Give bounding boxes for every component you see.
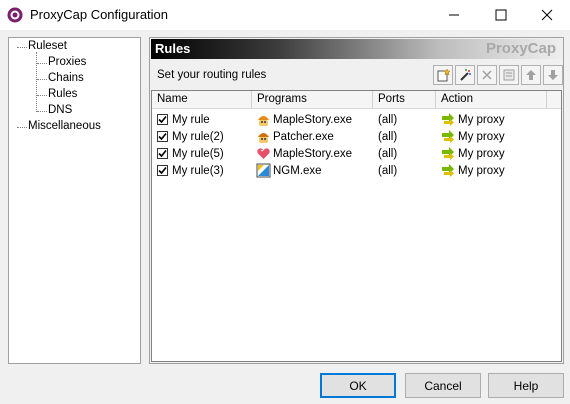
enabled-checkbox[interactable] (157, 131, 168, 142)
tree-item-proxies[interactable]: Proxies (48, 56, 86, 68)
rule-ports: (all) (378, 164, 398, 177)
close-icon (541, 9, 553, 21)
navigation-tree: Ruleset Proxies Chains Rules DNS Miscell… (8, 37, 141, 364)
tree-connector (17, 127, 27, 128)
table-row[interactable]: My rule(2) Patcher.exe (all) My proxy (152, 128, 561, 145)
window-title: ProxyCap Configuration (30, 7, 169, 22)
rules-panel: Rules ProxyCap Set your routing rules Na… (149, 37, 564, 364)
maximize-icon (495, 9, 507, 21)
table-row[interactable]: My rule(3) NGM.exe (all) My proxy (152, 162, 561, 179)
tree-connector (37, 79, 47, 80)
properties-icon (503, 69, 515, 81)
rule-name: My rule(5) (172, 147, 224, 160)
checkmark-icon (158, 132, 167, 141)
enabled-checkbox[interactable] (157, 114, 168, 125)
enabled-checkbox[interactable] (157, 148, 168, 159)
rule-program: NGM.exe (273, 164, 322, 177)
delete-rule-button[interactable] (477, 65, 497, 85)
help-button[interactable]: Help (488, 373, 564, 398)
new-rule-icon (437, 68, 450, 82)
cancel-button[interactable]: Cancel (405, 373, 481, 398)
enabled-checkbox[interactable] (157, 165, 168, 176)
rule-name: My rule(2) (172, 130, 224, 143)
maplestory-icon (256, 112, 271, 127)
rule-program: MapleStory.exe (273, 113, 353, 126)
rules-toolbar: Set your routing rules (151, 63, 563, 87)
tree-item-ruleset[interactable]: Ruleset (28, 40, 67, 52)
rule-action: My proxy (458, 113, 505, 126)
table-row[interactable]: My rule MapleStory.exe (all) My proxy (152, 111, 561, 128)
patcher-icon (256, 129, 271, 144)
rule-ports: (all) (378, 113, 398, 126)
rule-properties-button[interactable] (499, 65, 519, 85)
panel-header: Rules ProxyCap (151, 39, 562, 59)
table-row[interactable]: My rule(5) MapleStory.exe (all) My proxy (152, 145, 561, 162)
tree-item-miscellaneous[interactable]: Miscellaneous (28, 120, 101, 132)
proxy-action-icon (441, 129, 456, 144)
tree-connector (37, 95, 47, 96)
rule-action: My proxy (458, 130, 505, 143)
new-rule-button[interactable] (433, 65, 453, 85)
rule-program: MapleStory.exe (273, 147, 353, 160)
rule-name: My rule (172, 113, 210, 126)
heart-icon (256, 146, 271, 161)
rules-list[interactable]: Name Programs Ports Action My rule Maple… (151, 90, 562, 362)
move-up-button[interactable] (521, 65, 541, 85)
panel-title: Rules (155, 41, 191, 56)
rule-action: My proxy (458, 147, 505, 160)
maximize-button[interactable] (478, 0, 524, 30)
tree-item-chains[interactable]: Chains (48, 72, 84, 84)
panel-subtitle: Set your routing rules (157, 69, 267, 81)
proxy-action-icon (441, 163, 456, 178)
tree-item-rules[interactable]: Rules (48, 88, 77, 100)
column-header-name[interactable]: Name (152, 91, 252, 108)
proxy-action-icon (441, 146, 456, 161)
minimize-icon (449, 14, 459, 16)
tree-connector (17, 47, 27, 48)
move-down-icon (548, 70, 558, 80)
wizard-icon (460, 69, 471, 81)
tree-connector (37, 111, 47, 112)
rule-ports: (all) (378, 147, 398, 160)
minimize-button[interactable] (431, 0, 477, 30)
close-button[interactable] (524, 0, 570, 30)
tree-connector (36, 52, 37, 112)
rule-ports: (all) (378, 130, 398, 143)
column-header-programs[interactable]: Programs (252, 91, 373, 108)
rule-action: My proxy (458, 164, 505, 177)
move-up-icon (526, 70, 536, 80)
proxy-action-icon (441, 112, 456, 127)
checkmark-icon (158, 166, 167, 175)
column-header-action[interactable]: Action (436, 91, 547, 108)
brand-label: ProxyCap (485, 40, 556, 57)
tree-item-dns[interactable]: DNS (48, 104, 72, 116)
checkmark-icon (158, 115, 167, 124)
tree-connector (37, 63, 47, 64)
rule-program: Patcher.exe (273, 130, 334, 143)
move-down-button[interactable] (543, 65, 563, 85)
rule-wizard-button[interactable] (455, 65, 475, 85)
proxycap-app-icon (7, 7, 23, 23)
ngm-icon (256, 163, 271, 178)
ok-button[interactable]: OK (320, 373, 396, 398)
title-bar: ProxyCap Configuration (0, 0, 570, 30)
list-header: Name Programs Ports Action (152, 91, 561, 109)
checkmark-icon (158, 149, 167, 158)
rule-name: My rule(3) (172, 164, 224, 177)
column-header-ports[interactable]: Ports (373, 91, 436, 108)
delete-icon (482, 70, 492, 80)
